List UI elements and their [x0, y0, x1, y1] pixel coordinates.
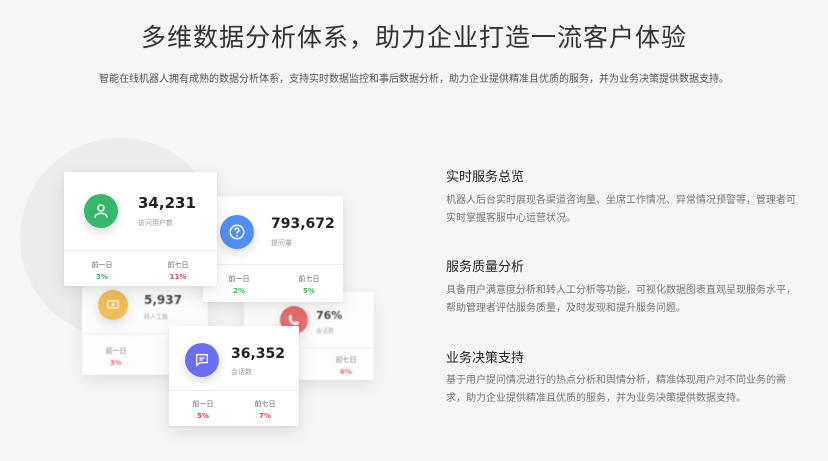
stat-label: 访问用户数	[138, 219, 173, 227]
feature-text-overview: 机器人后台实时展现各渠道咨询量、坐席工作情况、异常情况预警等，管理者可实时掌握客…	[446, 195, 796, 224]
stat-week-value: 11%	[169, 273, 187, 281]
user-icon	[84, 194, 118, 228]
stat-day-value: 5%	[197, 412, 209, 420]
stat-day-label: 前一日	[192, 400, 214, 408]
stat-card-sessions: 36,352 会话数 前一日 5% 前七日 7%	[169, 326, 299, 426]
stat-week-value: 5%	[303, 287, 315, 295]
stat-day-label: 前一日	[228, 275, 250, 283]
stat-value: 5,937	[144, 293, 182, 307]
stat-week: 前七日 7%	[245, 399, 285, 420]
stat-day-value: 3%	[96, 273, 108, 281]
stat-week: 前七日 11%	[158, 260, 198, 281]
transfer-icon	[98, 290, 128, 320]
stat-card-visitors: 34,231 访问用户数 前一日 3% 前七日 11%	[64, 172, 217, 286]
stat-week-label: 前七日	[298, 275, 320, 283]
feature-text-quality: 具备用户满意度分析和转人工分析等功能，可视化数据图表直观呈现服务水平，帮助管理者…	[446, 285, 796, 314]
stat-label: 会话数	[231, 368, 252, 376]
page-subtitle: 智能在线机器人拥有成熟的数据分析体系，支持实时数据监控和事后数据分析，助力企业提…	[99, 74, 729, 85]
stat-week-value: 6%	[340, 368, 352, 376]
question-icon	[220, 215, 254, 249]
feature-title-quality: 服务质量分析	[446, 260, 525, 275]
stat-week-label: 前七日	[254, 400, 276, 408]
stat-day-label: 前一日	[91, 261, 113, 269]
stat-value: 793,672	[271, 216, 335, 232]
feature-text-decision: 基于用户提问情况进行的热点分析和舆情分析，精准体现用户对不同业务的需求，助力企业…	[446, 375, 786, 404]
stat-week-label: 前七日	[167, 261, 189, 269]
stat-day: 前一日 3%	[96, 346, 136, 367]
page-title: 多维数据分析体系，助力企业打造一流客户体验	[140, 23, 687, 52]
stat-day-value: 2%	[233, 287, 245, 295]
stat-day-label: 前一日	[105, 347, 127, 355]
stat-card-questions: 793,672 提问量 前一日 2% 前七日 5%	[203, 196, 343, 302]
stat-label: 转人工数	[144, 314, 169, 321]
stat-day-value: 3%	[110, 359, 122, 367]
stat-day: 前一日 3%	[82, 260, 122, 281]
chat-icon	[185, 343, 219, 377]
stat-week: 前七日 6%	[326, 355, 366, 376]
feature-title-decision: 业务决策支持	[446, 351, 525, 366]
stat-label: 提问量	[271, 239, 292, 247]
stat-day: 前一日 2%	[219, 274, 259, 295]
stat-week-value: 7%	[259, 412, 271, 420]
stat-value: 36,352	[231, 346, 286, 362]
stat-week: 前七日 5%	[289, 274, 329, 295]
stat-week-label: 前七日	[335, 356, 357, 364]
feature-title-overview: 实时服务总览	[446, 170, 525, 185]
stat-value: 34,231	[138, 194, 196, 212]
stat-label: 会话数	[316, 328, 335, 335]
stat-day: 前一日 5%	[183, 399, 223, 420]
stat-value: 76%	[316, 309, 343, 322]
